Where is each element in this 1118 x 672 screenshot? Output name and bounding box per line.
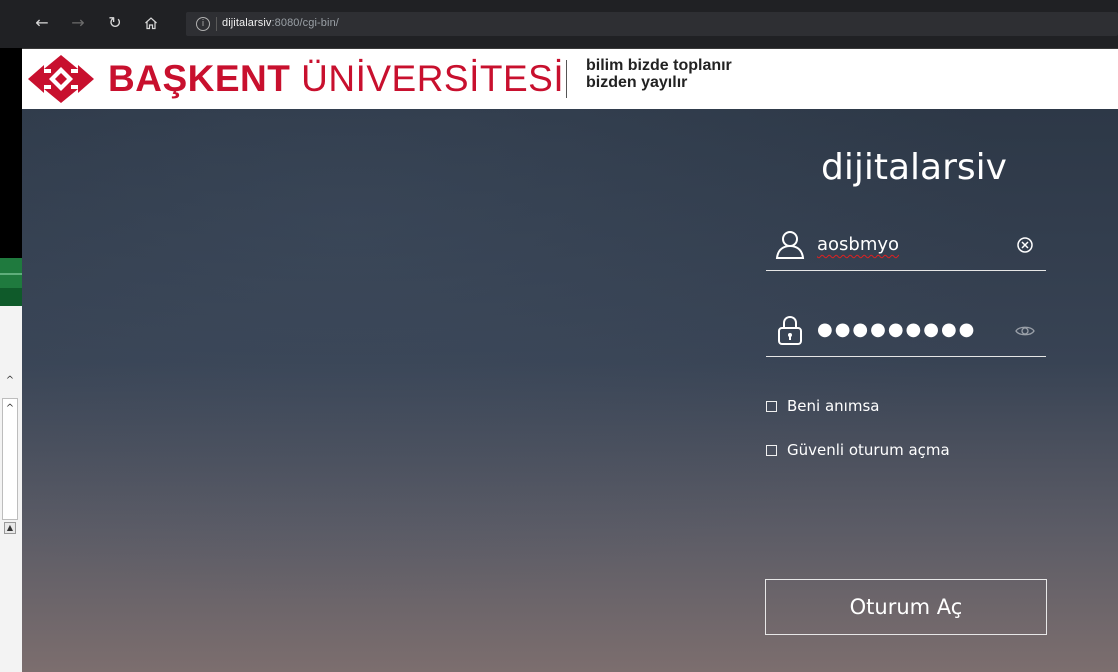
user-icon [775,231,805,259]
url-path: :8080/cgi-bin/ [271,17,339,29]
url-host: dijitalarsiv [222,17,272,29]
university-name: BAŞKENT ÜNİVERSİTESİ [108,55,564,103]
url-separator [216,17,217,31]
refresh-icon[interactable]: ↻ [103,11,127,35]
lock-icon [778,315,802,345]
username-value[interactable]: aosbmyo [817,234,899,255]
strip-green-line [0,273,22,275]
strip-green-dark [0,288,22,306]
slogan-line-1: bilim bizde toplanır [586,57,732,74]
secure-login-option[interactable]: Güvenli oturum açma [766,440,950,460]
remember-me-checkbox[interactable] [766,400,777,412]
home-icon[interactable] [139,11,163,35]
page: BAŞKENT ÜNİVERSİTESİ bilim bizde toplanı… [22,49,1118,672]
forward-icon[interactable]: → [66,11,90,35]
brand-regular: ÜNİVERSİTESİ [290,58,565,99]
show-password-eye-icon[interactable] [1014,320,1036,342]
slogan-line-2: bizden yayılır [586,74,688,91]
address-bar[interactable]: i dijitalarsiv:8080/cgi-bin/ [186,12,1118,36]
username-field[interactable]: aosbmyo [766,222,1046,271]
strip-panel [2,398,18,520]
secure-login-checkbox[interactable] [766,444,777,456]
adjacent-window-strip: ^ ^ ▲ [0,48,22,672]
strip-dark-area [0,48,22,258]
browser-toolbar: ← → ↻ i dijitalarsiv:8080/cgi-bin/ [0,0,1118,49]
clear-icon[interactable] [1014,234,1036,256]
header-divider [566,60,567,98]
password-value[interactable]: ●●●●●●●●● [817,319,976,340]
login-title: dijitalarsiv [821,147,1007,188]
slogan: bilim bizde toplanır bizden yayılır [586,57,732,91]
site-header: BAŞKENT ÜNİVERSİTESİ bilim bizde toplanı… [22,49,1118,109]
university-logo-icon [28,55,94,103]
remember-me-label: Beni anımsa [787,397,880,415]
url-text[interactable]: dijitalarsiv:8080/cgi-bin/ [222,17,339,29]
remember-me-option[interactable]: Beni anımsa [766,396,879,416]
scroll-up-icon[interactable]: ^ [4,374,16,388]
password-field[interactable]: ●●●●●●●●● [766,308,1046,357]
info-icon[interactable]: i [196,17,210,31]
back-icon[interactable]: ← [30,11,54,35]
login-button[interactable]: Oturum Aç [765,579,1047,635]
secure-login-label: Güvenli oturum açma [787,441,950,459]
brand-bold: BAŞKENT [108,58,291,99]
collapse-icon[interactable]: ▲ [4,522,16,534]
chevron-up-icon[interactable]: ^ [4,402,16,416]
